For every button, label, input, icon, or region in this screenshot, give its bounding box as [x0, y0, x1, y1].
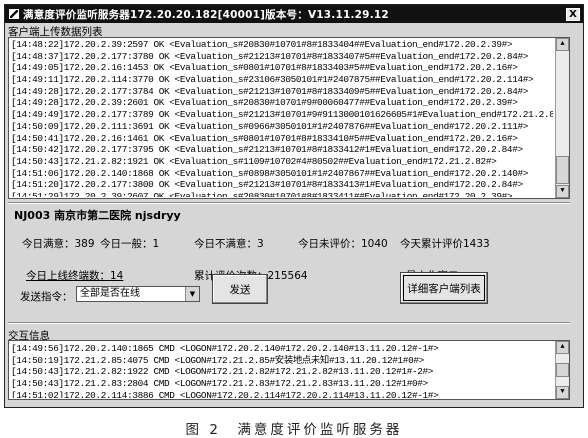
- detail-client-list-button[interactable]: 详细客户端列表: [400, 272, 488, 304]
- log-line: [14:48:37]172.20.2.177:3780 OK <Evaluati…: [11, 50, 529, 62]
- divider: [8, 202, 570, 204]
- interaction-log-list[interactable]: [14:49:56]172.20.2.140:1865 CMD <LOGON#1…: [8, 340, 570, 400]
- divider: [8, 322, 570, 324]
- scroll-down-icon[interactable]: ▼: [556, 185, 569, 198]
- online-terminals-link[interactable]: 今日上线终端数：14: [26, 268, 123, 283]
- log-line: [14:50:41]172.20.2.16:1461 OK <Evaluatio…: [11, 132, 518, 144]
- chevron-down-icon[interactable]: ▼: [185, 287, 199, 301]
- interaction-log-lines: [14:49:56]172.20.2.140:1865 CMD <LOGON#1…: [11, 343, 553, 398]
- client-log-list[interactable]: [14:48:22]172.20.2.39:2597 OK <Evaluatio…: [8, 37, 570, 199]
- scroll-down-icon[interactable]: ▼: [556, 386, 569, 399]
- today-total: 今天累计评价1433: [400, 238, 490, 250]
- log-line: [14:50:43]172.21.2.82:1922 CMD <LOGON#17…: [11, 366, 434, 378]
- figure-caption: 图 2 满意度评价监听服务器: [185, 422, 403, 438]
- command-select-value: 全部是否在线: [80, 288, 140, 299]
- scroll-thumb[interactable]: [556, 156, 569, 184]
- log-line: [14:49:11]172.20.2.114:3770 OK <Evaluati…: [11, 74, 534, 86]
- unsatisfied-count: 今日不满意：3: [194, 238, 264, 250]
- log-line: [14:49:56]172.20.2.140:1865 CMD <LOGON#1…: [11, 343, 439, 354]
- send-button[interactable]: 发送: [212, 274, 268, 304]
- log-line: [14:51:06]172.20.2.140:1868 OK <Evaluati…: [11, 167, 529, 179]
- log-line: [14:51:29]172.20.2.39:2607 OK <Evaluatio…: [11, 190, 513, 197]
- close-button[interactable]: X: [566, 7, 580, 21]
- neutral-count: 今日一般：1: [100, 238, 160, 250]
- title-bar: 满意度评价监听服务器172.20.20.182[40001]版本号：V13.11…: [5, 5, 583, 23]
- log-line: [14:51:02]172.20.2.114:3886 CMD <LOGON#1…: [11, 389, 439, 398]
- command-select[interactable]: 全部是否在线 ▼: [76, 286, 200, 302]
- window-title: 满意度评价监听服务器172.20.20.182[40001]版本号：V13.11…: [23, 8, 389, 21]
- log-line: [14:51:20]172.20.2.177:3800 OK <Evaluati…: [11, 179, 523, 191]
- log-line: [14:50:42]172.20.2.177:3795 OK <Evaluati…: [11, 144, 523, 156]
- log-line: [14:50:19]172.21.2.85:4075 CMD <LOGON#17…: [11, 354, 424, 366]
- log-line: [14:49:05]172.20.2.16:1453 OK <Evaluatio…: [11, 62, 518, 74]
- client-log-lines: [14:48:22]172.20.2.39:2597 OK <Evaluatio…: [11, 39, 553, 197]
- hospital-name: NJ003 南京市第二医院 njsdryy: [14, 209, 181, 222]
- satisfied-count: 今日满意：389: [22, 238, 95, 250]
- log-line: [14:49:28]172.20.2.177:3784 OK <Evaluati…: [11, 85, 529, 97]
- unrated-count: 今日未评价：1040: [298, 238, 388, 250]
- log-line: [14:50:43]172.21.2.83:2804 CMD <LOGON#17…: [11, 378, 428, 390]
- interaction-log-scrollbar[interactable]: ▲ ▼: [555, 341, 569, 399]
- log-line: [14:50:09]172.20.2.111:3691 OK <Evaluati…: [11, 120, 529, 132]
- log-line: [14:49:28]172.20.2.39:2601 OK <Evaluatio…: [11, 97, 518, 109]
- client-log-scrollbar[interactable]: ▲ ▼: [555, 38, 569, 198]
- command-label: 发送指令：: [20, 291, 73, 303]
- scroll-thumb[interactable]: [556, 363, 569, 377]
- log-line: [14:49:49]172.20.2.177:3789 OK <Evaluati…: [11, 109, 553, 121]
- scroll-up-icon[interactable]: ▲: [556, 38, 569, 51]
- log-line: [14:50:43]172.21.2.82:1921 OK <Evaluatio…: [11, 155, 497, 167]
- log-line: [14:48:22]172.20.2.39:2597 OK <Evaluatio…: [11, 39, 513, 50]
- app-icon: [9, 9, 19, 19]
- scroll-up-icon[interactable]: ▲: [556, 341, 569, 354]
